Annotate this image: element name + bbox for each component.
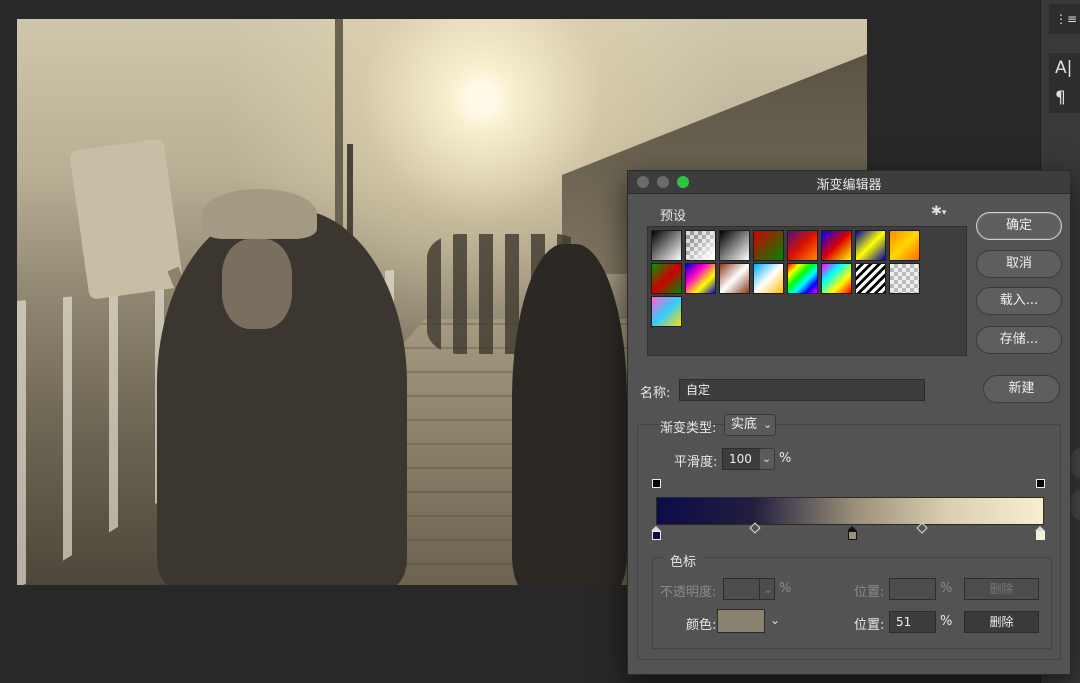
smoothness-dropdown[interactable]: ⌄ <box>759 448 775 470</box>
gradient-preset-swatch[interactable] <box>889 263 920 294</box>
gradient-type-label: 渐变类型: <box>660 421 717 436</box>
gradient-type-value: 实底 <box>731 417 758 432</box>
gradient-preset-swatch[interactable] <box>855 230 886 261</box>
opacity-location-label: 位置: <box>854 585 885 600</box>
dialog-title: 渐变编辑器 <box>816 178 882 193</box>
panel-handle-2[interactable] <box>1071 490 1080 520</box>
presets-grid <box>647 226 967 356</box>
cancel-button[interactable]: 取消 <box>976 250 1062 278</box>
gradient-preset-swatch[interactable] <box>685 263 716 294</box>
photo-person-walking <box>512 244 627 585</box>
color-stop-left[interactable] <box>652 531 661 540</box>
gradient-preset-swatch[interactable] <box>651 296 682 327</box>
color-stops-label: 色标 <box>664 551 703 570</box>
photo-face <box>222 239 292 329</box>
smoothness-field[interactable]: 100 <box>722 448 764 470</box>
color-stops-group <box>652 557 1052 649</box>
color-stop-right[interactable] <box>1036 531 1045 540</box>
opacity-location-field <box>889 578 936 600</box>
gradient-preset-swatch[interactable] <box>753 230 784 261</box>
smoothness-unit: % <box>779 451 792 466</box>
panel-tool-button-3[interactable]: ¶ <box>1049 83 1080 113</box>
gradient-editor-dialog: 渐变编辑器 预设 ✱▾ 确定 取消 载入... 存储... 名称: 自定 新建 … <box>627 170 1071 675</box>
gradient-preset-swatch[interactable] <box>685 230 716 261</box>
photo-hat <box>202 189 317 239</box>
gradient-preset-swatch[interactable] <box>651 230 682 261</box>
gradient-preview-bar[interactable] <box>656 497 1044 525</box>
gradient-preset-swatch[interactable] <box>855 263 886 294</box>
name-label: 名称: <box>640 386 671 401</box>
gradient-preset-swatch[interactable] <box>651 263 682 294</box>
new-button[interactable]: 新建 <box>983 375 1060 403</box>
gradient-preset-swatch[interactable] <box>889 230 920 261</box>
opacity-unit: % <box>779 581 792 596</box>
color-delete-button[interactable]: 删除 <box>964 611 1039 633</box>
ok-button[interactable]: 确定 <box>976 212 1062 240</box>
opacity-field <box>723 578 761 600</box>
color-location-unit: % <box>940 614 953 629</box>
gradient-preset-swatch[interactable] <box>719 230 750 261</box>
chevron-down-icon: ⌄ <box>763 582 774 596</box>
photo-shovel <box>69 138 184 300</box>
presets-label: 预设 <box>660 209 687 224</box>
color-location-field[interactable]: 51 <box>889 611 936 633</box>
opacity-dropdown: ⌄ <box>759 578 775 600</box>
chevron-down-icon: ⌄ <box>763 418 773 431</box>
gradient-preset-swatch[interactable] <box>719 263 750 294</box>
color-stop-middle-selected[interactable] <box>848 531 857 540</box>
opacity-stop-left[interactable] <box>652 479 661 488</box>
smoothness-label: 平滑度: <box>674 455 718 470</box>
dialog-titlebar[interactable]: 渐变编辑器 <box>628 171 1070 194</box>
gradient-preset-swatch[interactable] <box>787 230 818 261</box>
opacity-delete-button: 删除 <box>964 578 1039 600</box>
opacity-label: 不透明度: <box>660 585 717 600</box>
color-label: 颜色: <box>686 618 717 633</box>
save-button[interactable]: 存储... <box>976 326 1062 354</box>
panel-handle-1[interactable] <box>1071 448 1080 478</box>
gradient-type-select[interactable]: 实底 ⌄ <box>724 414 776 436</box>
color-location-label: 位置: <box>854 618 885 633</box>
gradient-preset-swatch[interactable] <box>821 263 852 294</box>
panel-tool-button-2[interactable]: A| <box>1049 53 1080 83</box>
chevron-down-icon[interactable]: ⌄ <box>770 613 780 627</box>
gradient-preset-swatch[interactable] <box>753 263 784 294</box>
color-well[interactable] <box>717 609 765 633</box>
opacity-stop-right[interactable] <box>1036 479 1045 488</box>
name-field[interactable]: 自定 <box>679 379 925 401</box>
gradient-preset-swatch[interactable] <box>787 263 818 294</box>
gradient-preset-swatch[interactable] <box>821 230 852 261</box>
presets-gear-icon[interactable]: ✱▾ <box>931 204 946 219</box>
panel-tool-button-1[interactable]: ⋮≡ <box>1049 4 1080 34</box>
opacity-location-unit: % <box>940 581 953 596</box>
chevron-down-icon: ⌄ <box>762 452 772 465</box>
load-button[interactable]: 载入... <box>976 287 1062 315</box>
